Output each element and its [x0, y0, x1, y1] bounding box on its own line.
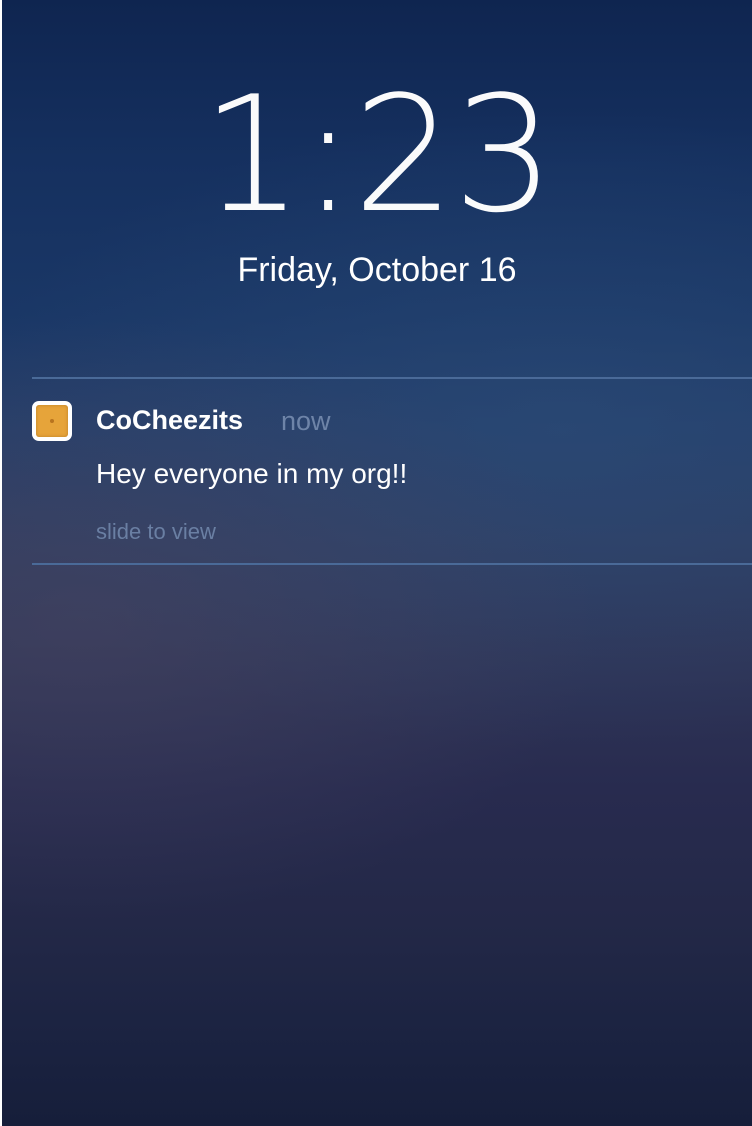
notification-divider-top: [32, 377, 752, 379]
lock-screen-clock: 1:23: [201, 61, 554, 248]
notification-app-name: CoCheezits: [96, 405, 244, 435]
cracker-shape: [36, 405, 68, 437]
cheez-it-cracker-icon: [32, 401, 72, 441]
notification-message: Hey everyone in my org!!: [96, 458, 408, 489]
lock-screen: 1:23 Friday, October 16 CoCheezits now H…: [2, 0, 752, 1126]
notification-divider-bottom: [32, 563, 752, 565]
notification-timestamp: now: [281, 406, 331, 436]
lock-screen-date: Friday, October 16: [237, 251, 517, 289]
cracker-hole: [50, 419, 54, 423]
slide-to-view-hint[interactable]: slide to view: [96, 518, 216, 546]
